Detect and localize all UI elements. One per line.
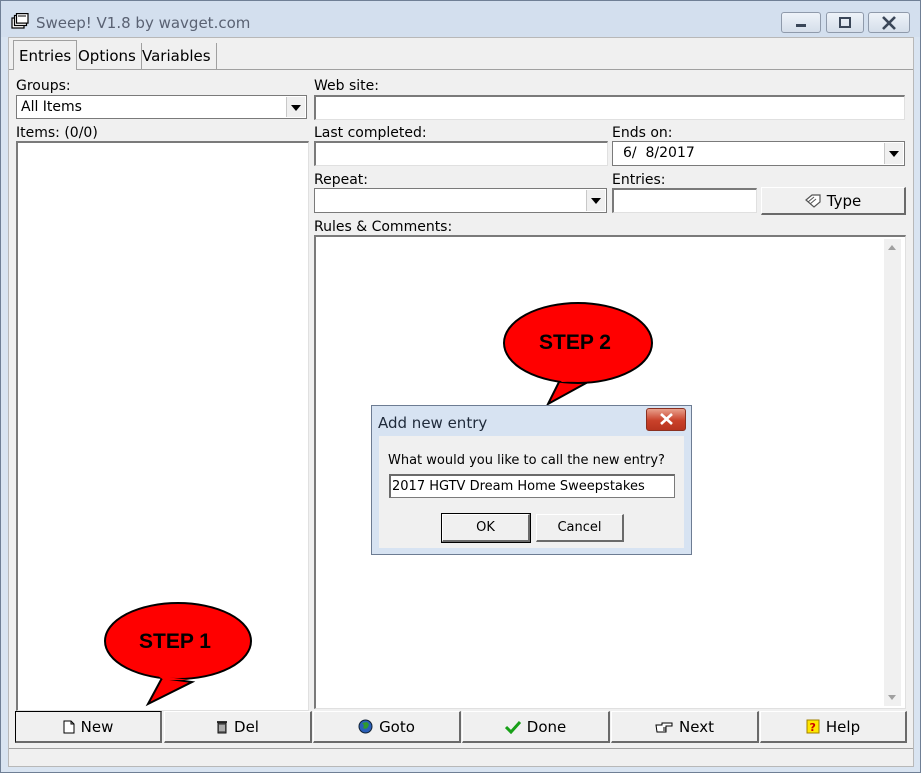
help-button[interactable]: ? Help xyxy=(760,711,907,743)
website-label: Web site: xyxy=(314,78,379,94)
ok-button[interactable]: OK xyxy=(441,513,531,543)
svg-text:?: ? xyxy=(809,721,815,734)
new-button[interactable]: New xyxy=(15,711,162,743)
next-button[interactable]: Next xyxy=(611,711,759,743)
help-icon: ? xyxy=(806,719,820,734)
scroll-up-icon[interactable] xyxy=(888,245,896,250)
website-field[interactable] xyxy=(314,95,905,120)
step2-label: STEP 2 xyxy=(539,331,611,354)
entry-name-value: 2017 HGTV Dream Home Sweepstakes xyxy=(392,479,645,494)
entries-field[interactable] xyxy=(612,188,757,213)
minimize-button[interactable] xyxy=(781,12,821,33)
tag-icon xyxy=(804,194,821,208)
checkmark-icon xyxy=(504,720,521,734)
close-icon xyxy=(882,15,896,30)
entries-label: Entries: xyxy=(612,172,666,188)
tab-options[interactable]: Options xyxy=(73,43,142,69)
tab-variables[interactable]: Variables xyxy=(137,43,217,69)
close-icon xyxy=(660,413,673,425)
ends-on-label: Ends on: xyxy=(612,125,673,141)
window-title: Sweep! V1.8 by wavget.com xyxy=(36,14,251,32)
status-bar xyxy=(9,748,913,766)
repeat-label: Repeat: xyxy=(314,172,368,188)
next-button-label: Next xyxy=(679,718,714,736)
entry-name-input[interactable]: 2017 HGTV Dream Home Sweepstakes xyxy=(389,474,675,498)
step1-callout xyxy=(104,602,252,707)
cancel-button-label: Cancel xyxy=(557,520,602,535)
last-completed-label: Last completed: xyxy=(314,125,427,141)
cancel-button[interactable]: Cancel xyxy=(536,514,624,542)
rules-scrollbar[interactable] xyxy=(884,239,901,706)
ends-on-date-picker[interactable]: 6/ 8/2017 xyxy=(612,141,905,166)
chevron-down-icon[interactable] xyxy=(884,143,903,164)
goto-button[interactable]: Goto xyxy=(313,711,461,743)
new-button-label: New xyxy=(80,718,114,736)
minimize-icon xyxy=(796,23,806,27)
help-button-label: Help xyxy=(825,718,861,736)
app-icon xyxy=(11,13,29,29)
chevron-down-icon[interactable] xyxy=(586,190,605,211)
new-document-icon xyxy=(63,720,75,734)
chevron-down-icon[interactable] xyxy=(286,97,305,117)
delete-button-label: Del xyxy=(234,718,259,736)
groups-select[interactable]: All Items xyxy=(16,95,307,119)
pointing-hand-icon xyxy=(655,722,673,733)
type-button-label: Type xyxy=(826,192,862,210)
tab-divider xyxy=(9,69,913,70)
ends-on-value: 6/ 8/2017 xyxy=(623,145,695,161)
dialog-title: Add new entry xyxy=(378,414,488,432)
step1-label: STEP 1 xyxy=(139,630,211,653)
done-button-label: Done xyxy=(526,718,567,736)
groups-value: All Items xyxy=(21,99,82,115)
tab-entries[interactable]: Entries xyxy=(13,40,78,70)
rules-label: Rules & Comments: xyxy=(314,219,453,235)
goto-button-label: Goto xyxy=(379,718,415,736)
maximize-button[interactable] xyxy=(826,12,864,33)
dialog-close-button[interactable] xyxy=(646,408,686,431)
done-button[interactable]: Done xyxy=(462,711,610,743)
dialog-body: What would you like to call the new entr… xyxy=(379,436,684,548)
maximize-icon xyxy=(839,16,851,28)
scroll-down-icon[interactable] xyxy=(888,695,896,700)
dialog-prompt: What would you like to call the new entr… xyxy=(388,453,665,468)
last-completed-field[interactable] xyxy=(314,141,608,166)
add-entry-dialog: Add new entry What would you like to cal… xyxy=(371,405,692,555)
delete-button[interactable]: Del xyxy=(164,711,312,743)
close-button[interactable] xyxy=(868,12,910,33)
step2-callout xyxy=(503,302,653,407)
globe-icon xyxy=(358,719,373,734)
trash-icon xyxy=(217,721,228,734)
title-bar[interactable]: Sweep! V1.8 by wavget.com xyxy=(1,1,920,37)
ok-button-label: OK xyxy=(476,520,495,535)
groups-label: Groups: xyxy=(16,78,71,94)
items-label: Items: (0/0) xyxy=(16,125,98,141)
repeat-select[interactable] xyxy=(314,188,607,213)
type-button[interactable]: Type xyxy=(761,187,906,215)
